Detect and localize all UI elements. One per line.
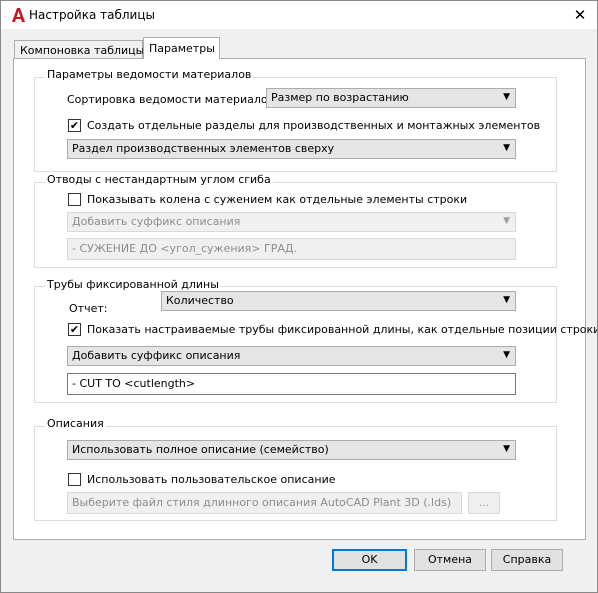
help-button[interactable]: Справка xyxy=(491,549,563,571)
separate-sections-label: Создать отдельные разделы для производст… xyxy=(87,119,541,132)
custom-description-checkbox[interactable] xyxy=(68,473,81,486)
report-select[interactable]: Количество ▼ xyxy=(161,291,516,311)
sort-select[interactable]: Размер по возрастанию ▼ xyxy=(266,88,516,108)
show-reducing-elbows-checkbox[interactable] xyxy=(68,193,81,206)
style-file-input[interactable]: Выберите файл стиля длинного описания Au… xyxy=(67,492,462,514)
fixed-pipes-suffix-text[interactable]: - CUT TO <cutlength> xyxy=(67,373,516,395)
report-label: Отчет: xyxy=(69,302,108,315)
full-description-value: Использовать полное описание (семейство) xyxy=(72,443,329,456)
bends-group-title: Отводы с нестандартным углом сгиба xyxy=(45,173,273,186)
bom-group-title: Параметры ведомости материалов xyxy=(45,68,254,81)
chevron-down-icon: ▼ xyxy=(503,92,510,102)
full-description-select[interactable]: Использовать полное описание (семейство)… xyxy=(67,440,516,460)
custom-description-label: Использовать пользовательское описание xyxy=(87,473,336,486)
fixed-pipes-suffix-select[interactable]: Добавить суффикс описания ▼ xyxy=(67,346,516,366)
section-order-value: Раздел производственных элементов сверху xyxy=(72,142,335,155)
section-order-select[interactable]: Раздел производственных элементов сверху… xyxy=(67,139,516,159)
bends-suffix-value: Добавить суффикс описания xyxy=(72,215,241,228)
tab-layout[interactable]: Компоновка таблицы xyxy=(14,40,144,59)
bends-suffix-text[interactable]: - СУЖЕНИЕ ДО <угол_сужения> ГРАД. xyxy=(67,238,516,260)
ok-button[interactable]: OK xyxy=(332,549,407,571)
title-bar: Настройка таблицы ✕ xyxy=(1,1,597,29)
separate-sections-checkbox[interactable]: ✔ xyxy=(68,119,81,132)
fixed-pipes-group-title: Трубы фиксированной длины xyxy=(45,278,221,291)
show-fixed-pipes-checkbox[interactable]: ✔ xyxy=(68,323,81,336)
settings-dialog: Настройка таблицы ✕ Компоновка таблицы П… xyxy=(0,0,598,593)
sort-select-value: Размер по возрастанию xyxy=(271,91,409,104)
bends-suffix-select[interactable]: Добавить суффикс описания ▼ xyxy=(67,212,516,232)
chevron-down-icon: ▼ xyxy=(503,295,510,305)
descriptions-group-title: Описания xyxy=(45,417,106,430)
sort-label: Сортировка ведомости материалов: xyxy=(67,93,278,106)
show-fixed-pipes-label: Показать настраиваемые трубы фиксированн… xyxy=(87,323,598,336)
chevron-down-icon: ▼ xyxy=(503,350,510,360)
fixed-pipes-suffix-value: Добавить суффикс описания xyxy=(72,349,241,362)
show-reducing-elbows-label: Показывать колена с сужением как отдельн… xyxy=(87,193,468,206)
browse-button[interactable]: ... xyxy=(468,492,500,514)
chevron-down-icon: ▼ xyxy=(503,216,510,226)
autocad-app-icon xyxy=(10,7,26,23)
window-title: Настройка таблицы xyxy=(29,8,155,22)
chevron-down-icon: ▼ xyxy=(503,444,510,454)
close-icon[interactable]: ✕ xyxy=(569,4,591,26)
report-select-value: Количество xyxy=(166,294,234,307)
cancel-button[interactable]: Отмена xyxy=(414,549,486,571)
chevron-down-icon: ▼ xyxy=(503,143,510,153)
tab-parameters[interactable]: Параметры xyxy=(143,37,220,59)
